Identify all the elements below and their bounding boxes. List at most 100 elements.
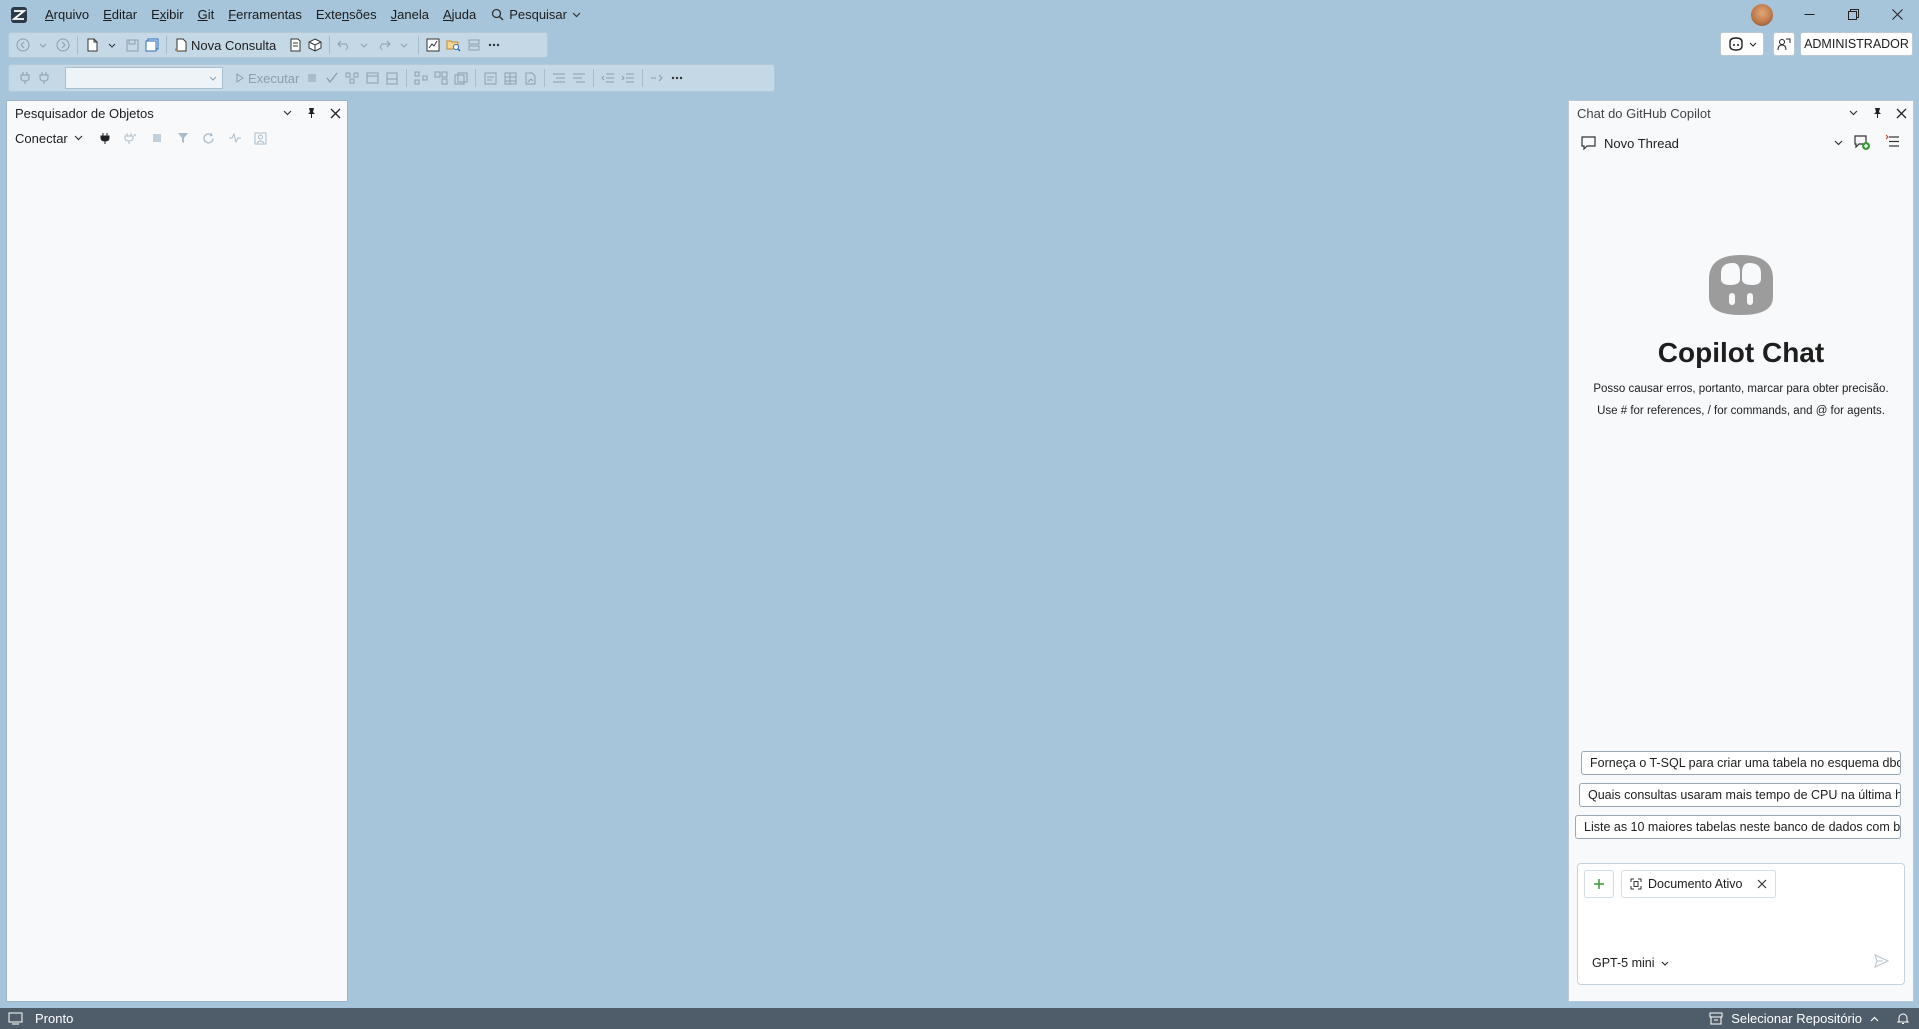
comment-out-button[interactable] — [549, 67, 569, 89]
profile-button[interactable] — [251, 127, 271, 149]
specify-template-params-button[interactable] — [647, 67, 667, 89]
plan-icon — [345, 72, 359, 84]
increase-indent-button[interactable] — [618, 67, 638, 89]
back-button[interactable] — [13, 34, 33, 56]
connect-dropdown[interactable]: Conectar — [15, 131, 83, 146]
thread-selector[interactable]: Novo Thread — [1581, 131, 1843, 155]
copilot-panel-options-button[interactable] — [1841, 101, 1865, 125]
user-avatar[interactable] — [1751, 3, 1773, 26]
add-context-button[interactable] — [1584, 870, 1614, 898]
client-stats-button[interactable] — [451, 67, 471, 89]
redo-button[interactable] — [374, 34, 394, 56]
new-thread-button[interactable] — [1854, 134, 1871, 154]
execute-button[interactable]: Executar — [233, 67, 302, 89]
close-panel-button[interactable] — [323, 101, 347, 125]
connect-label: Conectar — [15, 130, 68, 146]
undo-button[interactable] — [334, 34, 354, 56]
back-dropdown[interactable] — [33, 34, 53, 56]
pin-button[interactable] — [299, 101, 323, 125]
chevron-down-icon — [400, 43, 408, 48]
minimize-button[interactable] — [1787, 0, 1831, 29]
designer-icon — [366, 72, 379, 84]
suggestion-button[interactable]: Liste as 10 maiores tabelas neste banco … — [1575, 815, 1901, 839]
results-to-text-button[interactable] — [480, 67, 500, 89]
decrease-indent-button[interactable] — [598, 67, 618, 89]
refresh-icon — [203, 132, 214, 143]
results-to-grid-button[interactable] — [500, 67, 520, 89]
registered-servers-button[interactable] — [464, 34, 484, 56]
redo-dropdown[interactable] — [394, 34, 414, 56]
chat-composer[interactable]: Documento Ativo GPT-5 mini — [1577, 863, 1905, 985]
menu-editar[interactable]: Editar — [96, 4, 144, 26]
parse-button[interactable] — [322, 67, 342, 89]
notifications-button[interactable] — [1897, 1012, 1909, 1025]
change-connection-button[interactable] — [35, 67, 55, 89]
results-to-file-button[interactable] — [520, 67, 540, 89]
copilot-close-button[interactable] — [1889, 101, 1913, 125]
menu-ajuda[interactable]: Ajuda — [436, 4, 483, 26]
uncomment-button[interactable] — [569, 67, 589, 89]
model-selector[interactable]: GPT-5 mini — [1592, 956, 1669, 970]
database-selector[interactable] — [65, 67, 223, 89]
new-project-dropdown[interactable] — [102, 34, 122, 56]
search-icon — [492, 8, 504, 21]
save-all-button[interactable] — [142, 34, 162, 56]
connect-object-explorer-button[interactable] — [95, 127, 115, 149]
specify-values-button[interactable] — [382, 67, 402, 89]
thread-list-button[interactable] — [1885, 134, 1900, 152]
select-repository-button[interactable]: Selecionar Repositório — [1709, 1011, 1879, 1026]
query-dmx-button[interactable] — [305, 34, 325, 56]
query-mdx-button[interactable] — [285, 34, 305, 56]
account-button[interactable]: ADMINISTRADOR — [1800, 32, 1913, 56]
menu-arquivo[interactable]: Arquivo — [38, 4, 96, 26]
menu-extensoes[interactable]: Extensões — [309, 4, 384, 26]
restore-button[interactable] — [1831, 0, 1875, 29]
activity-monitor-button-oe[interactable] — [225, 127, 245, 149]
close-icon — [1896, 108, 1906, 118]
search-menu[interactable]: Pesquisar — [483, 4, 589, 26]
refresh-button[interactable] — [199, 127, 219, 149]
menu-git[interactable]: Git — [191, 4, 222, 26]
menu-ferramentas[interactable]: Ferramentas — [221, 4, 309, 26]
object-explorer-details-button[interactable] — [443, 34, 464, 56]
live-share-button[interactable] — [1773, 32, 1795, 56]
connect-button[interactable] — [15, 67, 35, 89]
include-actual-plan-button[interactable] — [411, 67, 431, 89]
display-estimated-plan-button[interactable] — [342, 67, 362, 89]
save-button[interactable] — [122, 34, 142, 56]
copilot-badge-button[interactable] — [1720, 32, 1764, 56]
suggestion-button[interactable]: Forneça o T-SQL para criar uma tabela no… — [1581, 751, 1901, 775]
copilot-hint: Use # for references, / for commands, an… — [1597, 405, 1885, 417]
menu-exibir[interactable]: Exibir — [144, 4, 191, 26]
activity-monitor-button[interactable] — [423, 34, 443, 56]
context-chip[interactable]: Documento Ativo — [1621, 870, 1776, 898]
toolbar-overflow-button[interactable] — [484, 34, 504, 56]
query-designer-button[interactable] — [362, 67, 382, 89]
copilot-pin-button[interactable] — [1865, 101, 1889, 125]
suggestion-button[interactable]: Quais consultas usaram mais tempo de CPU… — [1579, 783, 1901, 807]
search-label: Pesquisar — [509, 7, 567, 22]
send-button[interactable] — [1874, 954, 1890, 971]
disconnect-button[interactable] — [121, 127, 141, 149]
sql-toolbar-overflow-button[interactable] — [667, 67, 687, 89]
template-params-icon — [651, 74, 664, 82]
plus-icon — [1594, 879, 1604, 889]
close-icon[interactable] — [1757, 879, 1767, 889]
filter-button[interactable] — [173, 127, 193, 149]
new-query-button[interactable]: Nova Consulta — [171, 34, 279, 56]
panel-options-button[interactable] — [275, 101, 299, 125]
live-query-stats-button[interactable] — [431, 67, 451, 89]
stop-button[interactable] — [147, 127, 167, 149]
close-window-button[interactable] — [1875, 0, 1919, 29]
cancel-query-button[interactable] — [302, 67, 322, 89]
change-connection-icon — [39, 72, 49, 84]
forward-button[interactable] — [53, 34, 73, 56]
copilot-heading: Copilot Chat — [1657, 337, 1825, 368]
new-project-button[interactable] — [82, 34, 102, 56]
status-output-icon[interactable] — [8, 1012, 23, 1025]
undo-dropdown[interactable] — [354, 34, 374, 56]
menu-janela[interactable]: Janela — [384, 4, 436, 26]
new-chat-icon — [1854, 135, 1870, 150]
copilot-logo-icon — [1709, 255, 1773, 315]
app-logo-icon[interactable] — [9, 5, 29, 25]
